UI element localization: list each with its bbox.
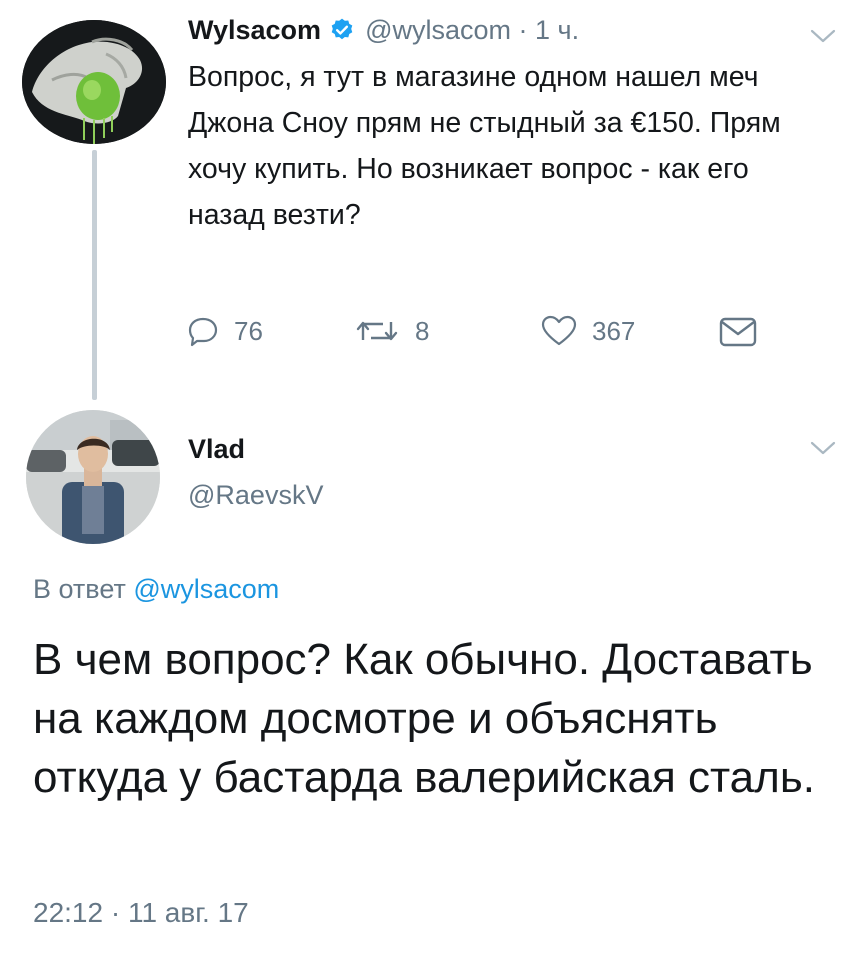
tweet-text: В чем вопрос? Как обычно. Доставать на к… — [33, 635, 815, 802]
author-name[interactable]: Vlad — [188, 434, 245, 465]
chevron-down-icon[interactable] — [810, 440, 836, 456]
verified-badge-icon — [331, 18, 353, 40]
reply-button[interactable]: 76 — [186, 314, 263, 348]
reply-context: В ответ @wylsacom — [33, 574, 279, 605]
avatar-person-photo — [26, 410, 160, 544]
like-button[interactable]: 367 — [540, 314, 635, 348]
chevron-down-icon[interactable] — [810, 28, 836, 44]
reply-prefix: В ответ — [33, 574, 134, 604]
retweet-button[interactable]: 8 — [353, 314, 429, 348]
tweet1-header: Wylsacom @wylsacom · 1 ч. — [188, 10, 579, 50]
tweet-text: Вопрос, я тут в магазине одном нашел меч… — [188, 61, 781, 231]
author-name[interactable]: Wylsacom — [188, 15, 321, 46]
reply-to-link[interactable]: @wylsacom — [133, 574, 279, 604]
tweet-timestamp[interactable]: 22:12 · 11 авг. 17 — [33, 897, 249, 929]
retweet-count: 8 — [415, 315, 430, 346]
reply-count: 76 — [234, 315, 263, 346]
avatar-hand-lime-image — [22, 20, 166, 144]
reply-icon — [188, 317, 218, 347]
author-handle-time[interactable]: @wylsacom · 1 ч. — [365, 15, 579, 46]
thread-connector-line — [92, 150, 97, 400]
retweet-icon — [356, 321, 398, 341]
author-handle[interactable]: @RaevskV — [188, 480, 323, 511]
direct-message-button[interactable] — [718, 316, 772, 348]
direct-message-icon — [719, 317, 757, 347]
avatar-wylsacom[interactable] — [22, 20, 166, 144]
avatar-vlad[interactable] — [26, 410, 160, 544]
like-icon — [541, 315, 577, 346]
like-count: 367 — [592, 315, 636, 346]
